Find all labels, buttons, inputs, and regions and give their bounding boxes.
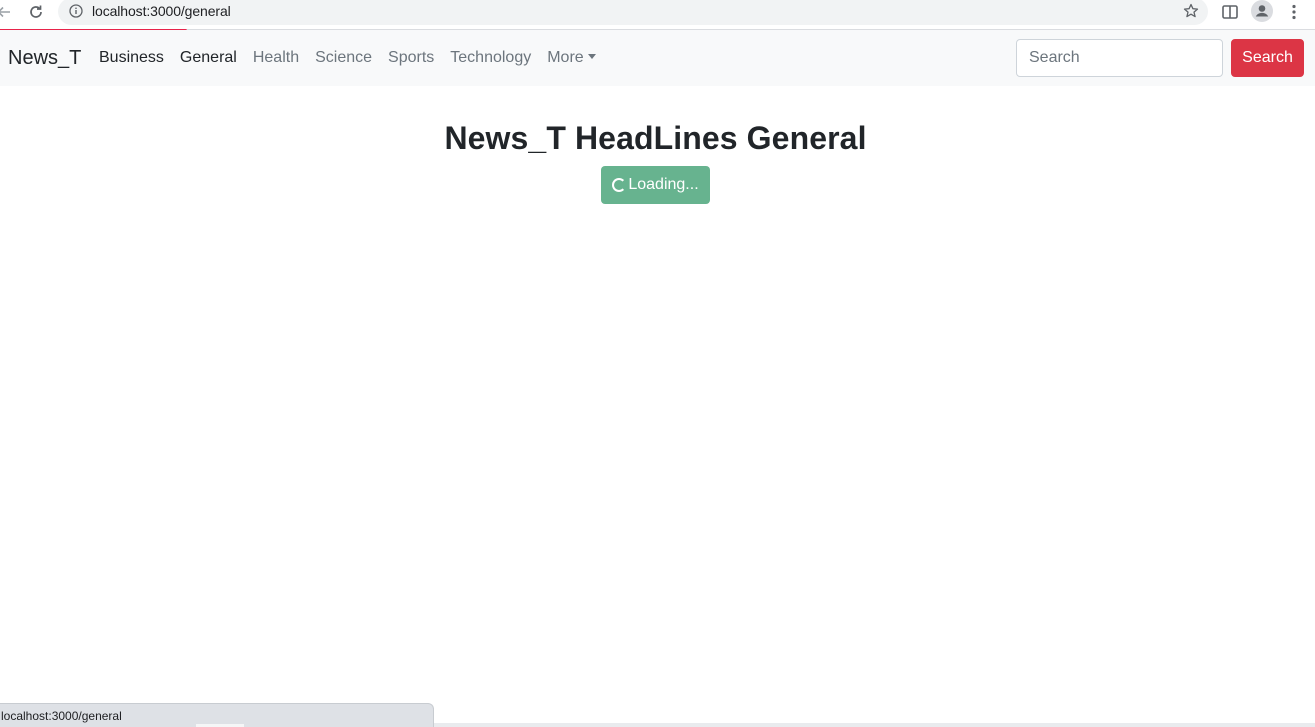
reload-icon[interactable] — [24, 0, 48, 24]
page-title: News_T HeadLines General — [444, 120, 867, 156]
info-icon[interactable] — [68, 3, 84, 19]
bottom-strip — [434, 723, 1315, 727]
back-arrow-icon[interactable] — [0, 0, 16, 24]
nav-link-sports[interactable]: Sports — [380, 49, 442, 67]
nav-link-general[interactable]: General — [172, 49, 245, 67]
navbar: News_T Business General Health Science S… — [0, 30, 1315, 86]
address-bar[interactable]: localhost:3000/general — [58, 0, 1208, 25]
navbar-brand[interactable]: News_T — [8, 47, 81, 70]
profile-icon[interactable] — [1250, 0, 1274, 23]
side-panel-icon[interactable] — [1218, 0, 1242, 24]
search-input[interactable] — [1016, 39, 1223, 77]
nav-link-technology[interactable]: Technology — [442, 49, 539, 67]
nav-link-business[interactable]: Business — [91, 49, 172, 67]
kebab-menu-icon[interactable] — [1282, 0, 1306, 24]
caret-down-icon — [587, 54, 596, 59]
nav-link-science[interactable]: Science — [307, 49, 380, 67]
search-button[interactable]: Search — [1231, 39, 1304, 77]
nav-dropdown-more-label: More — [547, 49, 584, 66]
browser-toolbar: localhost:3000/general — [0, 0, 1315, 30]
loading-label: Loading... — [628, 176, 699, 193]
star-icon[interactable] — [1182, 2, 1200, 20]
nav-link-health[interactable]: Health — [245, 49, 307, 67]
nav-dropdown-more[interactable]: More — [539, 49, 603, 67]
spinner-icon — [612, 178, 627, 192]
nav-links: Business General Health Science Sports T… — [91, 49, 604, 67]
address-url[interactable]: localhost:3000/general — [92, 3, 231, 19]
loading-button: Loading... — [601, 166, 710, 204]
